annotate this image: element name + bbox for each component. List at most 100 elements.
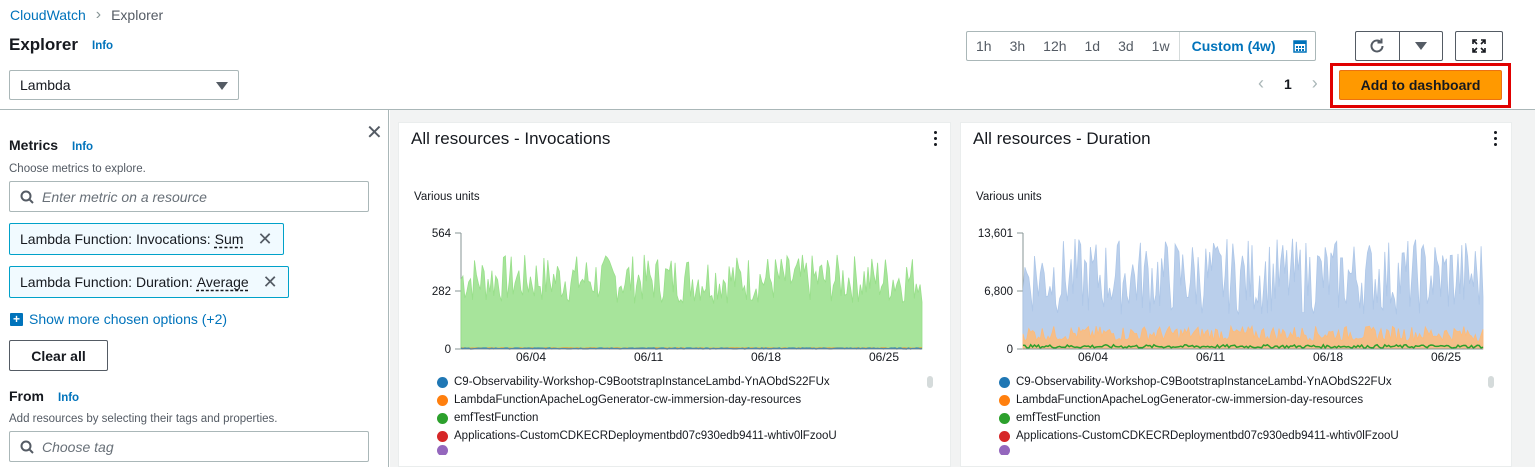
caret-down-icon <box>1414 42 1427 50</box>
legend-scrollbar[interactable] <box>927 376 933 388</box>
refresh-icon <box>1370 38 1384 53</box>
time-range-selector: 1h 3h 12h 1d 3d 1w Custom (4w) <box>966 31 1316 61</box>
expand-icon <box>1472 39 1486 53</box>
search-icon <box>20 190 34 204</box>
legend-item[interactable]: Applications-CustomCDKECRDeploymentbd07c… <box>999 427 1399 445</box>
legend-label: LambdaFunctionApacheLogGenerator-cw-imme… <box>1016 394 1364 406</box>
calendar-icon[interactable] <box>1285 32 1315 60</box>
legend-swatch <box>437 430 448 442</box>
x-tick-label: 06/25 <box>1431 350 1462 364</box>
time-range-12h[interactable]: 12h <box>1034 32 1075 60</box>
legend-swatch <box>437 394 448 406</box>
time-range-1d[interactable]: 1d <box>1076 32 1110 60</box>
token-stat-selector[interactable]: Sum <box>215 231 244 247</box>
caret-down-icon <box>216 82 228 90</box>
search-icon <box>20 440 34 454</box>
chevron-right-icon: › <box>95 6 102 23</box>
x-tick-label: 06/11 <box>634 350 664 364</box>
duration-chart: 0 6,800 13,601 <box>978 228 1484 353</box>
prev-page-icon[interactable]: ‹ <box>1258 73 1264 94</box>
refresh-button-group <box>1355 31 1443 61</box>
y-tick-label: 0 <box>1007 344 1013 353</box>
legend-label: C9-Observability-Workshop-C9BootstrapIns… <box>454 376 830 388</box>
widget-legend: C9-Observability-Workshop-C9BootstrapIns… <box>437 373 837 455</box>
current-page-number[interactable]: 1 <box>1284 76 1292 92</box>
legend-swatch <box>999 412 1010 424</box>
from-info-link[interactable]: Info <box>58 392 79 404</box>
plus-square-icon: + <box>10 312 23 326</box>
legend-swatch <box>437 412 448 424</box>
widgets-area: All resources - Invocations Various unit… <box>390 110 1535 467</box>
metrics-description: Choose metrics to explore. <box>9 163 146 175</box>
metric-search-placeholder: Enter metric on a resource <box>42 188 207 205</box>
x-tick-label: 06/18 <box>1313 350 1344 364</box>
legend-item[interactable]: emfTestFunction <box>437 409 837 427</box>
breadcrumb-current: Explorer <box>111 7 164 23</box>
namespace-select[interactable]: Lambda <box>9 70 239 100</box>
more-vertical-icon[interactable] <box>932 131 938 146</box>
metric-search-input[interactable]: Enter metric on a resource <box>9 181 369 212</box>
token-label: Lambda Function: Invocations: <box>20 231 211 247</box>
remove-token-icon[interactable]: ✕ <box>257 229 272 250</box>
x-tick-label: 06/25 <box>869 350 900 364</box>
series-line <box>460 254 923 350</box>
legend-label: Applications-CustomCDKECRDeploymentbd07c… <box>454 430 837 442</box>
legend-label: C9-Observability-Workshop-C9BootstrapIns… <box>1016 376 1392 388</box>
time-range-custom[interactable]: Custom (4w) <box>1178 32 1285 60</box>
breadcrumb-cloudwatch-link[interactable]: CloudWatch <box>10 7 86 23</box>
namespace-select-value: Lambda <box>20 77 71 93</box>
legend-swatch <box>999 445 1010 455</box>
y-tick-label: 0 <box>445 344 451 353</box>
legend-item-partial <box>437 445 837 455</box>
refresh-options-dropdown[interactable] <box>1398 32 1443 60</box>
legend-swatch <box>437 445 448 455</box>
clear-all-button[interactable]: Clear all <box>9 340 108 371</box>
legend-item[interactable]: LambdaFunctionApacheLogGenerator-cw-imme… <box>999 391 1399 409</box>
tag-search-placeholder: Choose tag <box>42 438 114 455</box>
from-section-title: From <box>9 388 44 404</box>
y-tick-label: 282 <box>432 286 451 298</box>
widget-legend: C9-Observability-Workshop-C9BootstrapIns… <box>999 373 1399 455</box>
legend-swatch <box>999 430 1010 442</box>
legend-item[interactable]: Applications-CustomCDKECRDeploymentbd07c… <box>437 427 837 445</box>
query-panel: ✕ Metrics Info Choose metrics to explore… <box>0 110 389 467</box>
time-range-1w[interactable]: 1w <box>1143 32 1179 60</box>
tag-search-input[interactable]: Choose tag <box>9 431 369 462</box>
time-range-3d[interactable]: 3d <box>1109 32 1143 60</box>
show-more-label: Show more chosen options (+2) <box>29 311 228 327</box>
legend-item[interactable]: C9-Observability-Workshop-C9BootstrapIns… <box>437 373 837 391</box>
pagination: ‹ 1 › <box>1258 73 1318 94</box>
legend-item[interactable]: LambdaFunctionApacheLogGenerator-cw-imme… <box>437 391 837 409</box>
legend-label: Applications-CustomCDKECRDeploymentbd07c… <box>1016 430 1399 442</box>
fullscreen-button[interactable] <box>1455 31 1503 61</box>
remove-token-icon[interactable]: ✕ <box>263 272 278 293</box>
x-tick-label: 06/04 <box>1078 350 1109 364</box>
widget-title: All resources - Invocations <box>411 129 611 148</box>
more-vertical-icon[interactable] <box>1492 131 1498 146</box>
next-page-icon[interactable]: › <box>1312 73 1318 94</box>
x-tick-label: 06/04 <box>516 350 547 364</box>
legend-scrollbar[interactable] <box>1488 376 1494 388</box>
y-tick-label: 6,800 <box>984 286 1013 298</box>
invocations-chart: 0 282 564 <box>432 228 923 353</box>
breadcrumb: CloudWatch › Explorer <box>10 6 163 24</box>
widget-units-label: Various units <box>976 191 1042 203</box>
show-more-options-link[interactable]: + Show more chosen options (+2) <box>10 311 227 327</box>
widget-duration: All resources - Duration Various units 0… <box>960 122 1512 467</box>
x-tick-label: 06/11 <box>1196 350 1226 364</box>
page-info-link[interactable]: Info <box>92 40 113 52</box>
token-stat-selector[interactable]: Average <box>197 274 249 290</box>
metrics-info-link[interactable]: Info <box>72 141 93 153</box>
y-tick-label: 564 <box>432 228 452 240</box>
add-to-dashboard-button[interactable]: Add to dashboard <box>1339 70 1502 100</box>
refresh-button[interactable] <box>1356 32 1399 60</box>
legend-item[interactable]: C9-Observability-Workshop-C9BootstrapIns… <box>999 373 1399 391</box>
y-tick-label: 13,601 <box>978 228 1013 240</box>
close-icon[interactable]: ✕ <box>366 120 383 145</box>
page-title: Explorer <box>9 35 78 54</box>
time-range-1h[interactable]: 1h <box>967 32 1001 60</box>
legend-item[interactable]: emfTestFunction <box>999 409 1399 427</box>
time-range-3h[interactable]: 3h <box>1001 32 1035 60</box>
widget-units-label: Various units <box>414 191 480 203</box>
widget-invocations: All resources - Invocations Various unit… <box>398 122 951 467</box>
